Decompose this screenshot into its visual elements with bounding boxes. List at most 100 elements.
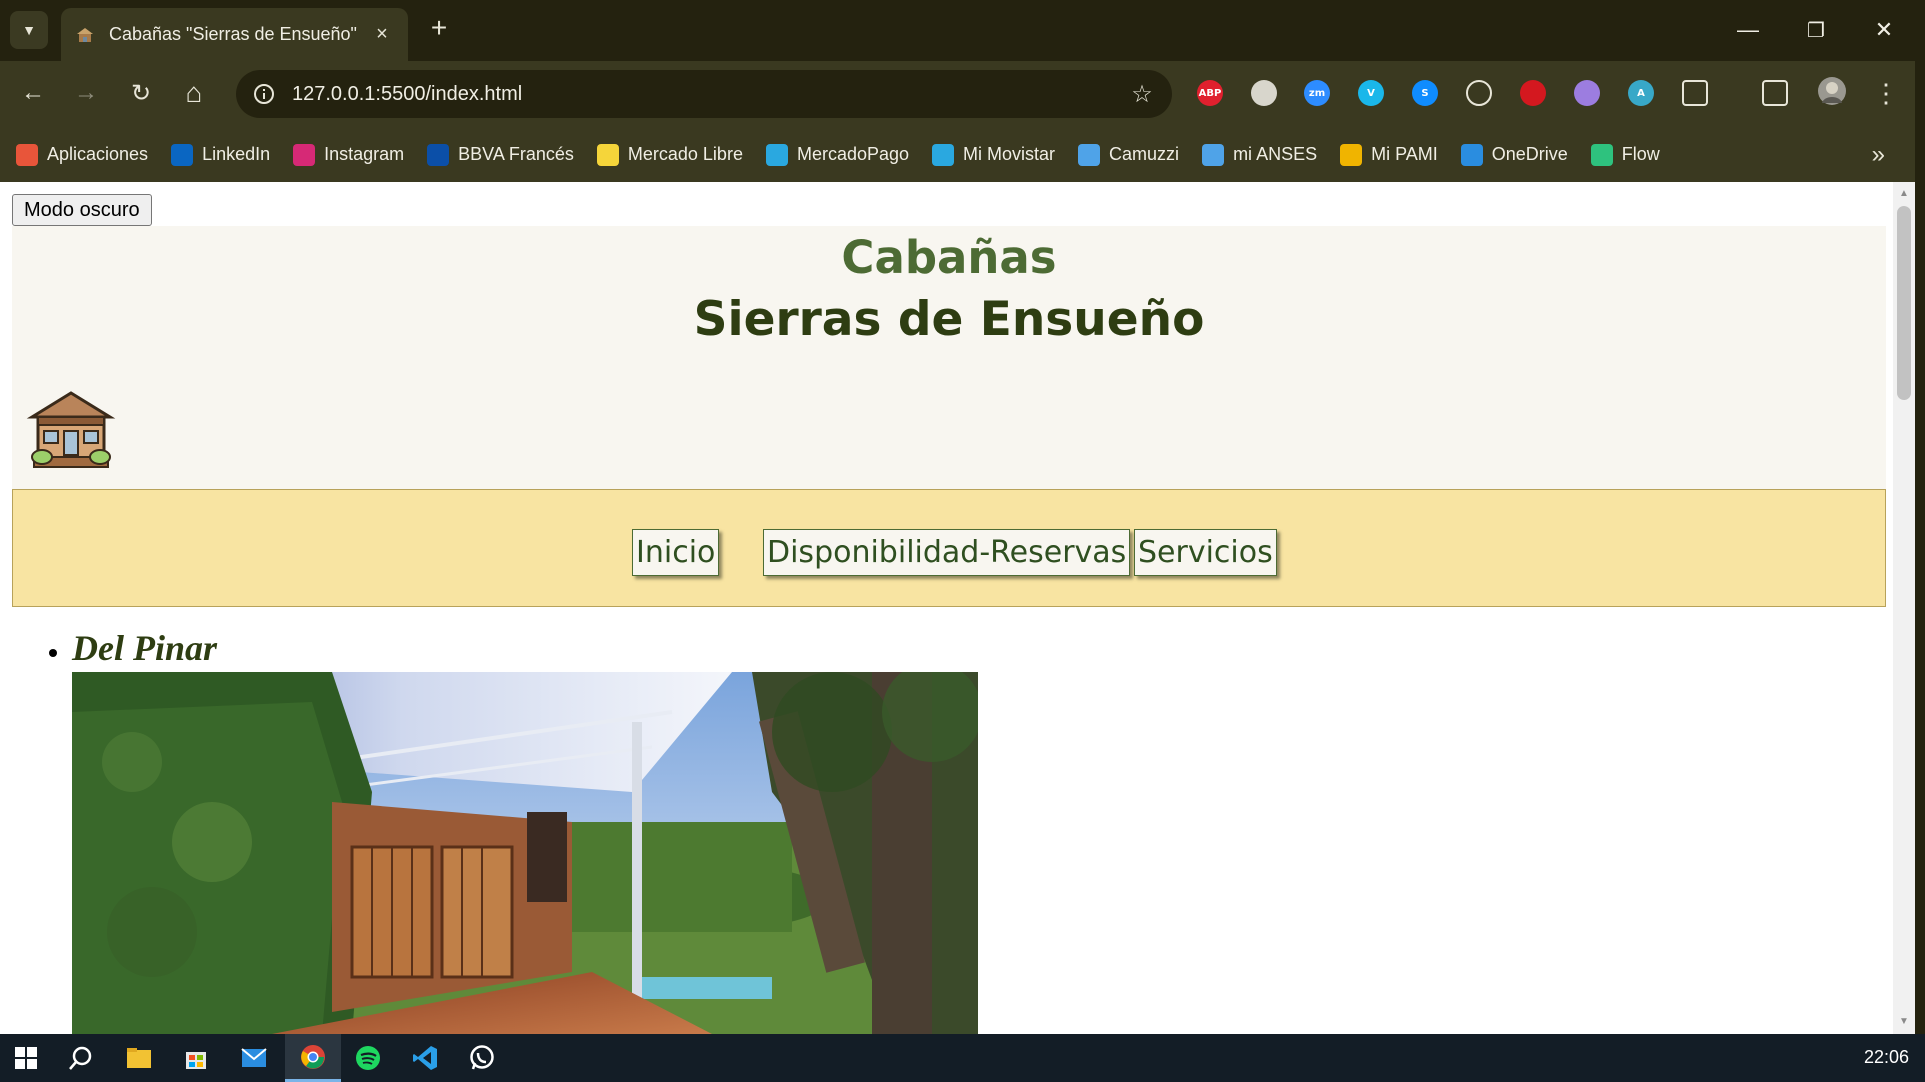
shazam-icon-badge: S [1412, 80, 1438, 106]
restore-button[interactable]: ❐ [1788, 8, 1844, 52]
minimize-button[interactable]: — [1720, 8, 1776, 52]
window-edge [1915, 0, 1925, 1034]
bookmark-label: Aplicaciones [47, 144, 149, 164]
cabin-photo [72, 672, 978, 1034]
back-button[interactable]: ← [15, 75, 51, 111]
tab-strip: ▼ Cabañas "Sierras de Ensueño" × + — ❐ ✕ [0, 0, 1925, 61]
reload-button[interactable]: ↻ [123, 75, 159, 111]
list-bullet [49, 649, 57, 657]
bookmark-item[interactable]: Mi Movistar [932, 143, 1056, 166]
cabin-logo-icon [26, 387, 116, 473]
site-info-icon[interactable] [248, 78, 280, 110]
scroll-up-icon[interactable]: ▲ [1898, 188, 1910, 200]
bookmark-item[interactable]: Camuzzi [1078, 143, 1180, 166]
active-tab[interactable]: Cabañas "Sierras de Ensueño" × [61, 8, 408, 61]
bookmark-item[interactable]: mi ANSES [1202, 143, 1318, 166]
camuzzi-icon [1078, 143, 1101, 166]
nav-link-servicios[interactable]: Servicios [1134, 529, 1277, 576]
anses-icon [1202, 143, 1225, 166]
address-bar[interactable]: 127.0.0.1:5500/index.html ☆ [236, 70, 1172, 118]
file-explorer-icon[interactable] [115, 1034, 163, 1082]
vimeo-icon[interactable]: V [1356, 78, 1386, 108]
bookmark-label: BBVA Francés [458, 144, 574, 164]
new-tab-button[interactable]: + [424, 14, 454, 44]
cabin-name: Del Pinar [72, 628, 218, 668]
search-icon[interactable] [57, 1034, 105, 1082]
page-scrollbar[interactable]: ▲ ▼ [1893, 182, 1915, 1034]
bookmark-label: OneDrive [1491, 144, 1568, 164]
chrome-icon[interactable] [285, 1034, 341, 1082]
browser-toolbar: ← → ↻ ⌂ 127.0.0.1:5500/index.html ☆ ABP z… [0, 61, 1925, 127]
mail-icon[interactable] [230, 1034, 278, 1082]
home-button[interactable]: ⌂ [176, 75, 212, 111]
bookmark-label: MercadoPago [796, 144, 910, 164]
forward-button[interactable]: → [68, 75, 104, 111]
bookmark-label: Flow [1621, 144, 1660, 164]
bookmark-item[interactable]: LinkedIn [171, 143, 271, 166]
url-text[interactable]: 127.0.0.1:5500/index.html [292, 83, 1122, 106]
close-window-button[interactable]: ✕ [1856, 8, 1912, 52]
bookmark-label: LinkedIn [202, 144, 271, 164]
mercadopago-icon [765, 143, 788, 166]
bookmark-item[interactable]: BBVA Francés [427, 143, 574, 166]
cabin-favicon-icon [75, 25, 95, 45]
nav-link-disponibilidad-reservas[interactable]: Disponibilidad-Reservas [763, 529, 1131, 576]
adblock-plus-icon[interactable]: ABP [1195, 78, 1225, 108]
vimeo-icon-badge: V [1358, 80, 1384, 106]
tab-search-button[interactable]: ▼ [10, 11, 48, 49]
site-nav: Inicio Disponibilidad-Reservas Servicios [12, 489, 1886, 607]
printer-icon[interactable] [1249, 78, 1279, 108]
site-title-line2: Sierras de Ensueño [693, 292, 1205, 347]
tab-title: Cabañas "Sierras de Ensueño" [109, 24, 357, 44]
bookmark-item[interactable]: MercadoPago [765, 143, 910, 166]
bookmark-item[interactable]: Mercado Libre [596, 143, 743, 166]
zoom-icon-badge: zm [1304, 80, 1330, 106]
bookmark-label: Camuzzi [1109, 144, 1180, 164]
bookmark-label: Instagram [324, 144, 405, 164]
react-devtools-icon[interactable] [1464, 78, 1494, 108]
cast-icon[interactable] [1760, 78, 1790, 108]
bookmark-label: Mi Movistar [963, 144, 1056, 164]
bookmark-item[interactable]: Aplicaciones [16, 143, 149, 166]
vscode-icon[interactable] [401, 1034, 449, 1082]
bookmark-item[interactable]: OneDrive [1460, 143, 1568, 166]
printer-icon-badge [1251, 80, 1277, 106]
bookmark-item[interactable]: Flow [1590, 143, 1660, 166]
pdf-icon-badge [1520, 80, 1546, 106]
bookmark-label: mi ANSES [1233, 144, 1318, 164]
spotify-icon[interactable] [344, 1034, 392, 1082]
shazam-icon[interactable]: S [1410, 78, 1440, 108]
zoom-icon[interactable]: zm [1302, 78, 1332, 108]
translate-icon[interactable]: A [1626, 78, 1656, 108]
tab-close-icon[interactable]: × [370, 23, 394, 46]
browser-menu-button[interactable]: ⋮ [1868, 75, 1904, 111]
bookmark-star-icon[interactable]: ☆ [1122, 80, 1162, 109]
drop-icon[interactable] [1572, 78, 1602, 108]
bookmark-item[interactable]: Mi PAMI [1340, 143, 1438, 166]
bookmark-item[interactable]: Instagram [293, 143, 405, 166]
apps-grid-icon [16, 143, 38, 166]
scrollbar-thumb[interactable] [1897, 206, 1911, 400]
onedrive-icon [1460, 143, 1483, 166]
profile-avatar[interactable] [1817, 76, 1847, 106]
bookmarks-bar: Aplicaciones LinkedIn Instagram BBVA Francé… [0, 127, 1925, 182]
puzzle-extensions-icon[interactable] [1680, 78, 1710, 108]
cast-icon-badge [1762, 80, 1788, 106]
start-windows-icon[interactable] [2, 1034, 50, 1082]
linkedin-icon [171, 143, 194, 166]
nav-link-inicio[interactable]: Inicio [632, 529, 720, 576]
site-title-line1: Cabañas [841, 231, 1057, 284]
pdf-icon[interactable] [1518, 78, 1548, 108]
dark-mode-button[interactable]: Modo oscuro [12, 194, 152, 226]
adblock-plus-icon-badge: ABP [1197, 80, 1223, 106]
scroll-down-icon[interactable]: ▼ [1898, 1016, 1910, 1028]
store-icon[interactable] [172, 1034, 220, 1082]
taskbar-clock[interactable]: 22:06 [1864, 1047, 1909, 1068]
mercadolibre-icon [596, 143, 619, 166]
windows-taskbar: 22:06 [0, 1034, 1925, 1082]
flow-icon [1590, 143, 1613, 166]
movistar-icon [932, 143, 955, 166]
whatsapp-icon[interactable] [458, 1034, 506, 1082]
bookmarks-overflow-button[interactable]: » [1872, 141, 1885, 169]
react-devtools-icon-badge [1466, 80, 1492, 106]
